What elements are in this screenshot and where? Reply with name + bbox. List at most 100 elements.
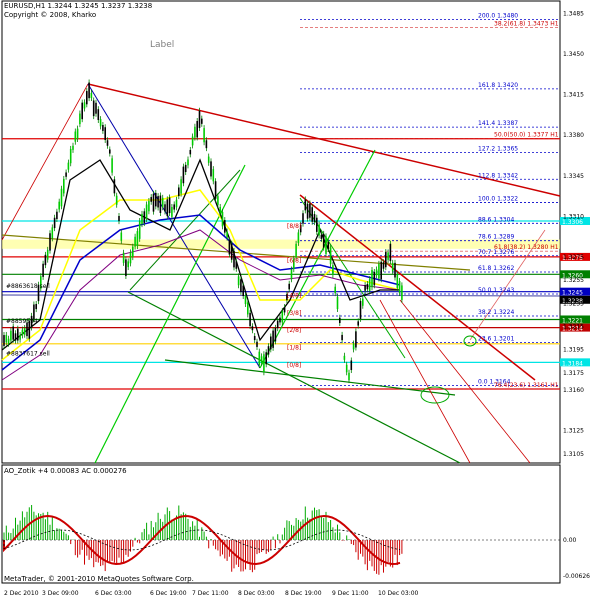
price-tick: 1.3275 (563, 254, 584, 261)
red-fib-label: 38.2(61.8) 1.3473 H1 (494, 20, 559, 27)
candle-body (35, 303, 37, 310)
chart-window[interactable]: 200.0 1.3480 161.8 1.3420 141.4 1.3387 127.… (0, 0, 592, 600)
candle-body (21, 329, 24, 336)
candle-body (327, 241, 330, 249)
candle-body (63, 178, 65, 194)
indicator-title: AO_Zotik +4 0.00083 AC 0.000276 (4, 467, 127, 475)
candle-body (95, 102, 97, 114)
chart-label-text[interactable]: Label (150, 40, 174, 50)
candle-body (302, 213, 304, 224)
candle-body (357, 321, 359, 326)
candle-body (221, 212, 224, 227)
price-box-label: 1.3184 (562, 360, 583, 367)
candle-body (19, 334, 21, 340)
candle-body (69, 148, 72, 164)
candle-body (88, 82, 90, 99)
price-axis: 1.3485 1.3450 1.3415 1.3380 1.3345 1.3310 1.32… (563, 11, 584, 458)
candle-body (373, 271, 376, 286)
candle-body (79, 113, 81, 125)
trade-label: #8837617 sell (6, 350, 50, 357)
candle-body (276, 320, 279, 329)
candle-body (56, 211, 58, 220)
candle-body (297, 232, 300, 243)
candle-body (90, 92, 93, 99)
time-tick: 7 Dec 11:00 (192, 590, 229, 597)
red-fib-label: 76.4(23.6) 1.3161 H1 (494, 382, 559, 389)
time-tick: 9 Dec 11:00 (332, 590, 369, 597)
candle-body (279, 317, 281, 323)
candle-body (391, 262, 394, 272)
candle-body (362, 298, 364, 306)
candle-body (159, 195, 162, 213)
price-tick: 1.3195 (563, 347, 584, 354)
candle-body (368, 279, 371, 292)
fib-label: 50.0 1.3243 (478, 287, 514, 294)
price-tick: 1.3415 (563, 92, 584, 99)
octave-label: [4/8] (287, 292, 301, 299)
candle-body (168, 197, 171, 214)
candle-body (244, 295, 247, 305)
candle-body (148, 201, 150, 212)
candle-body (205, 140, 208, 149)
candle-body (189, 149, 192, 155)
candle-body (109, 149, 111, 154)
candle-body (76, 128, 79, 140)
indicator-panel-frame (1, 464, 561, 584)
candle-body (115, 195, 118, 205)
candle-body (166, 199, 169, 217)
price-tick: 1.3215 (563, 323, 584, 330)
candle-body (394, 262, 396, 278)
candle-body (345, 364, 348, 373)
time-tick: 6 Dec 19:00 (150, 590, 187, 597)
candle-body (65, 172, 67, 177)
candle-body (207, 156, 210, 163)
candle-body (5, 334, 8, 343)
candle-body (212, 169, 215, 182)
candle-body (102, 124, 104, 131)
candle-body (341, 334, 343, 341)
candle-body (72, 145, 74, 150)
fib-label: 23.6 1.3201 (478, 336, 514, 343)
price-tick: 1.3255 (563, 277, 584, 284)
candle-body (7, 338, 10, 344)
candle-body (99, 119, 102, 127)
header-copyright: Copyright © 2008, Kharko (4, 11, 97, 19)
candle-body (396, 274, 399, 288)
candle-body (398, 281, 401, 293)
candle-body (120, 232, 123, 241)
candle-body (318, 224, 320, 236)
candle-body (217, 196, 219, 205)
candle-body (23, 328, 26, 335)
candle-body (180, 179, 182, 194)
candle-body (164, 204, 166, 212)
candle-body (240, 279, 242, 292)
octave-label: [0/8] (287, 362, 301, 369)
candle-body (359, 300, 362, 319)
fib-label: 38.2 1.3224 (478, 309, 514, 316)
candle-body (355, 331, 357, 348)
octave-label: [1/8] (287, 345, 301, 352)
candle-body (348, 372, 350, 381)
candle-body (175, 199, 178, 208)
candle-body (237, 276, 240, 286)
price-tick: 1.3345 (563, 173, 584, 180)
price-tick: 1.3310 (563, 213, 584, 220)
candle-body (118, 215, 120, 222)
indicator-tick: -0.00626 (563, 573, 590, 580)
candle-body (136, 231, 139, 247)
candle-body (329, 247, 332, 265)
candle-body (320, 234, 323, 239)
candle-body (60, 188, 63, 207)
candle-body (256, 341, 258, 347)
price-boxes: 1.33061.32751.32601.32451.32381.32211.32… (560, 216, 590, 367)
candle-body (214, 181, 217, 199)
candle-body (83, 102, 86, 109)
price-tick: 1.3380 (563, 132, 584, 139)
red-fib-label: 61.8(38.2) 1.3280 H1 (494, 244, 559, 251)
candle-body (401, 285, 403, 300)
candle-body (3, 335, 5, 346)
candle-body (339, 317, 341, 323)
candle-body (138, 220, 141, 239)
price-box-label: 1.3245 (562, 290, 583, 297)
candle-body (219, 206, 221, 213)
